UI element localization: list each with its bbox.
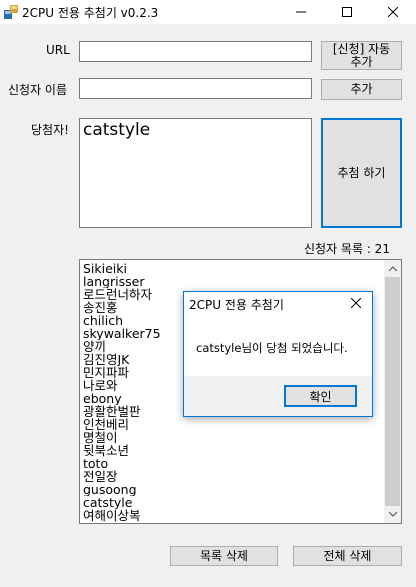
close-icon — [388, 7, 398, 17]
draw-button[interactable]: 추첨 하기 — [321, 118, 402, 228]
list-item[interactable]: gusoong — [83, 483, 383, 496]
url-label: URL — [46, 43, 70, 57]
list-item[interactable]: 뒷북소년 — [83, 444, 383, 457]
winner-dialog: 2CPU 전용 추첨기 catstyle님이 당첨 되었습니다. 확인 — [183, 291, 373, 417]
dialog-ok-button[interactable]: 확인 — [284, 385, 357, 407]
delete-list-button[interactable]: 목록 삭제 — [170, 546, 278, 566]
winner-display[interactable]: catstyle — [79, 118, 312, 228]
list-item[interactable]: 여해이상복 — [83, 509, 383, 522]
list-item[interactable]: 전일장 — [83, 470, 383, 483]
dialog-title-bar[interactable]: 2CPU 전용 추첨기 — [184, 292, 372, 314]
scroll-up-button[interactable] — [384, 260, 401, 277]
main-window: 2CPU 전용 추첨기 v0.2.3 URL [신청] 자동 추가 신청자 이름… — [0, 0, 416, 587]
list-item[interactable]: 명철이 — [83, 431, 383, 444]
dialog-title: 2CPU 전용 추첨기 — [189, 298, 284, 312]
list-item[interactable]: 인천베리 — [83, 418, 383, 431]
auto-add-button[interactable]: [신청] 자동 추가 — [321, 41, 402, 70]
applicant-input[interactable] — [79, 78, 312, 99]
scroll-down-icon — [388, 512, 397, 517]
auto-add-label-line1: [신청] 자동 — [332, 41, 391, 56]
applicant-count: 신청자 목록 : 21 — [304, 242, 390, 256]
list-item[interactable]: langrisser — [83, 275, 383, 288]
title-bar[interactable]: 2CPU 전용 추첨기 v0.2.3 — [0, 0, 416, 24]
auto-add-label-line2: 추가 — [350, 54, 373, 69]
scroll-down-button[interactable] — [384, 506, 401, 523]
app-icon — [4, 5, 18, 19]
delete-all-button[interactable]: 전체 삭제 — [293, 546, 402, 566]
scroll-up-icon — [388, 266, 397, 271]
minimize-button[interactable] — [278, 0, 324, 24]
list-item[interactable]: toto — [83, 457, 383, 470]
minimize-icon — [296, 11, 306, 13]
applicant-label: 신청자 이름 — [8, 83, 68, 97]
list-item[interactable]: catstyle — [83, 496, 383, 509]
close-button[interactable] — [370, 0, 416, 24]
scroll-thumb[interactable] — [385, 277, 400, 506]
add-button[interactable]: 추가 — [321, 79, 402, 100]
maximize-icon — [342, 7, 352, 17]
dialog-message: catstyle님이 당첨 되었습니다. — [196, 341, 348, 355]
dialog-close-icon — [351, 298, 361, 308]
maximize-button[interactable] — [324, 0, 370, 24]
url-input[interactable] — [79, 41, 312, 62]
list-item[interactable]: Sikieiki — [83, 262, 383, 275]
winner-label: 당첨자! — [31, 123, 69, 137]
dialog-footer: 확인 — [184, 376, 372, 416]
list-scrollbar[interactable] — [384, 260, 401, 523]
winner-value: catstyle — [83, 120, 151, 140]
window-title: 2CPU 전용 추첨기 v0.2.3 — [22, 6, 159, 20]
dialog-close-button[interactable] — [348, 295, 364, 311]
